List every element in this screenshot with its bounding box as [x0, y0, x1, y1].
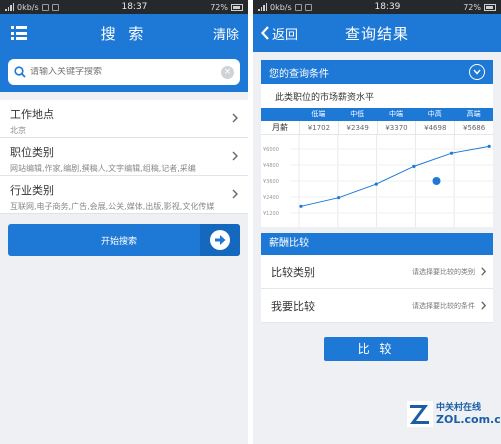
- field-label: 工作地点: [10, 108, 54, 121]
- battery-level: 72%: [210, 2, 228, 12]
- results-screen: 0kb/s 18:39 72% 返回 查询结果 您的查询条件 此类职位的市场薪资…: [253, 0, 501, 444]
- data-point: [449, 151, 454, 155]
- field-label: 职位类别: [10, 146, 54, 159]
- y-tick-label: ¥6000: [263, 147, 279, 153]
- header-cell: 中低: [350, 110, 365, 118]
- data-point: [337, 196, 341, 200]
- search-bar: ×: [0, 52, 248, 92]
- salary-subtitle: 此类职位的市场薪资水平: [275, 93, 375, 103]
- data-point: [487, 144, 491, 148]
- compare-category-row[interactable]: 比较类别 请选择要比较的类别: [261, 255, 493, 289]
- clear-input-icon[interactable]: ×: [221, 65, 234, 79]
- battery-icon: [231, 3, 243, 11]
- signal-icon: [258, 3, 267, 11]
- header-cell: 中端: [388, 110, 403, 118]
- data-point: [374, 182, 378, 186]
- search-input[interactable]: [30, 67, 221, 77]
- usb-icon: [51, 3, 59, 11]
- chevron-right-icon: [481, 267, 486, 276]
- status-bar: 0kb/s 18:37 72%: [0, 0, 248, 14]
- field-label: 行业类别: [10, 184, 54, 197]
- salary-cell: ¥3370: [376, 121, 416, 134]
- header-cell: 高端: [466, 110, 481, 118]
- watermark-line1: 中关村在线: [436, 403, 482, 413]
- chevron-right-icon: [232, 113, 238, 123]
- salary-cell: ¥4698: [415, 121, 454, 134]
- clear-button[interactable]: 清除: [213, 24, 239, 43]
- zol-logo-icon: [407, 401, 433, 427]
- row-label: 月薪: [272, 123, 288, 132]
- conditions-label: 您的查询条件: [269, 68, 329, 80]
- search-box: ×: [8, 59, 240, 85]
- chevron-right-icon: [481, 301, 486, 310]
- y-tick-label: ¥2400: [263, 195, 279, 201]
- compare-row-hint: 请选择要比较的类别: [412, 267, 475, 276]
- field-job-category[interactable]: 职位类别 网站编辑,作家,编剧,撰稿人,文字编辑,组稿,记者,采编: [0, 138, 248, 176]
- network-speed: 0kb/s: [17, 2, 39, 12]
- header-cell: [261, 108, 299, 121]
- field-value: 互联网,电子商务,广告,会展,公关,媒体,出版,影视,文化传媒: [10, 202, 215, 211]
- status-time: 18:39: [374, 2, 401, 12]
- arrow-right-circle-icon: [210, 230, 230, 250]
- zol-watermark: 中关村在线 ZOL.com.cn: [407, 396, 501, 434]
- title-bar: 搜 索 清除: [0, 14, 248, 52]
- salary-cell: ¥5686: [454, 121, 493, 134]
- compare-row-label: 我要比较: [271, 299, 315, 313]
- status-time: 18:37: [121, 2, 148, 12]
- salary-chart: ¥6000 ¥4800 ¥3600 ¥2400 ¥1200: [261, 135, 493, 227]
- chevron-right-icon: [232, 151, 238, 161]
- search-screen: 0kb/s 18:37 72% 搜 索 清除 × 工作地点 北京 职位类别 网站…: [0, 0, 248, 444]
- arrow-box: [200, 224, 240, 256]
- field-value: 网站编辑,作家,编剧,撰稿人,文字编辑,组稿,记者,采编: [10, 164, 196, 173]
- salary-cell: ¥1702: [299, 121, 338, 134]
- notification-icon: [294, 3, 302, 11]
- compare-button[interactable]: 比 较: [324, 337, 428, 361]
- title-bar: 返回 查询结果: [253, 14, 501, 52]
- salary-table-row: 月薪 ¥1702 ¥2349 ¥3370 ¥4698 ¥5686: [261, 121, 493, 135]
- header-cell: 低端: [311, 110, 326, 118]
- search-icon: [14, 66, 26, 78]
- header-cell: 中高: [427, 110, 442, 118]
- chevron-right-icon: [232, 189, 238, 199]
- battery-icon: [484, 3, 496, 11]
- network-speed: 0kb/s: [270, 2, 292, 12]
- query-conditions-header[interactable]: 您的查询条件: [261, 60, 493, 84]
- notification-icon: [41, 3, 49, 11]
- watermark-line2: ZOL.com.cn: [436, 413, 501, 426]
- salary-card: 此类职位的市场薪资水平 低端 中低 中端 中高 高端 月薪 ¥1702 ¥234…: [261, 84, 493, 227]
- field-value: 北京: [10, 126, 26, 135]
- data-point: [412, 164, 416, 168]
- compare-condition-row[interactable]: 我要比较 请选择要比较的条件: [261, 289, 493, 323]
- salary-table-header: 低端 中低 中端 中高 高端: [261, 108, 493, 121]
- field-industry-category[interactable]: 行业类别 互联网,电子商务,广告,会展,公关,媒体,出版,影视,文化传媒: [0, 176, 248, 214]
- compare-row-hint: 请选择要比较的条件: [412, 301, 475, 310]
- y-tick-label: ¥4800: [263, 163, 279, 169]
- status-bar: 0kb/s 18:39 72%: [253, 0, 501, 14]
- signal-icon: [5, 3, 14, 11]
- usb-icon: [304, 3, 312, 11]
- compare-row-label: 比较类别: [271, 265, 315, 279]
- y-tick-label: ¥3600: [263, 179, 279, 185]
- highlight-point: [432, 177, 441, 185]
- start-search-label: 开始搜索: [100, 236, 137, 247]
- salary-cell: ¥2349: [337, 121, 377, 134]
- data-point: [299, 204, 303, 208]
- battery-level: 72%: [463, 2, 481, 12]
- page-title: 查询结果: [344, 24, 409, 43]
- salary-compare-header: 薪酬比较: [261, 233, 493, 255]
- page-title: 搜 索: [100, 24, 148, 43]
- field-work-location[interactable]: 工作地点 北京: [0, 100, 248, 138]
- chevron-down-icon[interactable]: [469, 64, 485, 80]
- salary-line-chart: ¥6000 ¥4800 ¥3600 ¥2400 ¥1200: [263, 135, 493, 227]
- start-search-button[interactable]: 开始搜索: [8, 224, 240, 256]
- y-tick-label: ¥1200: [263, 211, 279, 217]
